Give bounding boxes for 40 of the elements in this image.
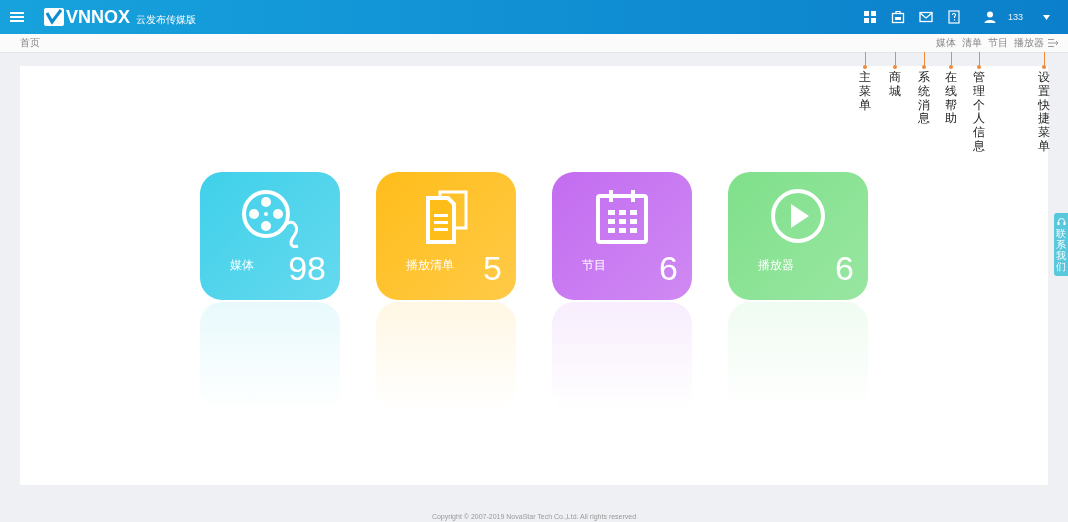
- card-count: 6: [835, 249, 854, 288]
- quick-menu-link[interactable]: 媒体: [936, 36, 956, 50]
- edition-label: 云发布传媒版: [136, 13, 196, 27]
- headset-icon: [1056, 217, 1066, 226]
- annotation-label: 在线帮助: [945, 71, 957, 127]
- annotation-label: 系统消息: [918, 71, 930, 127]
- leader-line: [977, 52, 981, 69]
- menu-icon[interactable]: [10, 11, 24, 23]
- annotation-label: 管理个人信息: [973, 71, 985, 154]
- caret-icon[interactable]: [1043, 14, 1050, 20]
- logo-icon: [44, 8, 64, 26]
- quick-menu-link[interactable]: 清单: [962, 36, 982, 50]
- annotation-label: 商城: [889, 71, 901, 99]
- card-count: 6: [659, 249, 678, 288]
- contact-tab[interactable]: 联系我们: [1054, 213, 1068, 276]
- logo-text: VNNOX: [66, 6, 130, 28]
- card-label: 节目: [582, 257, 606, 274]
- grid-icon[interactable]: [862, 10, 877, 24]
- quick-menu-link[interactable]: 播放器: [1014, 36, 1044, 50]
- username[interactable]: 133: [1007, 12, 1023, 22]
- annotation-label: 主菜单: [859, 71, 871, 113]
- leader-line: [1042, 52, 1046, 69]
- card-label: 媒体: [230, 257, 254, 274]
- menu-settings-icon[interactable]: [1048, 39, 1058, 47]
- dashboard-card[interactable]: 节目 6: [552, 172, 692, 300]
- leader-line: [893, 52, 897, 69]
- shop-bag-icon[interactable]: [890, 10, 905, 24]
- quick-menu-link[interactable]: 节目: [988, 36, 1008, 50]
- leader-line: [949, 52, 953, 69]
- leader-line: [922, 52, 926, 69]
- mail-icon[interactable]: [918, 10, 933, 24]
- card-label: 播放清单: [406, 257, 454, 274]
- leader-line: [863, 52, 867, 69]
- card-count: 5: [483, 249, 502, 288]
- card-label: 播放器: [758, 257, 794, 274]
- user-icon[interactable]: [982, 10, 997, 24]
- breadcrumb[interactable]: 首页: [20, 36, 40, 50]
- help-icon[interactable]: [946, 10, 961, 24]
- annotation-label: 设置快捷菜单: [1038, 71, 1050, 154]
- card-count: 98: [288, 249, 326, 288]
